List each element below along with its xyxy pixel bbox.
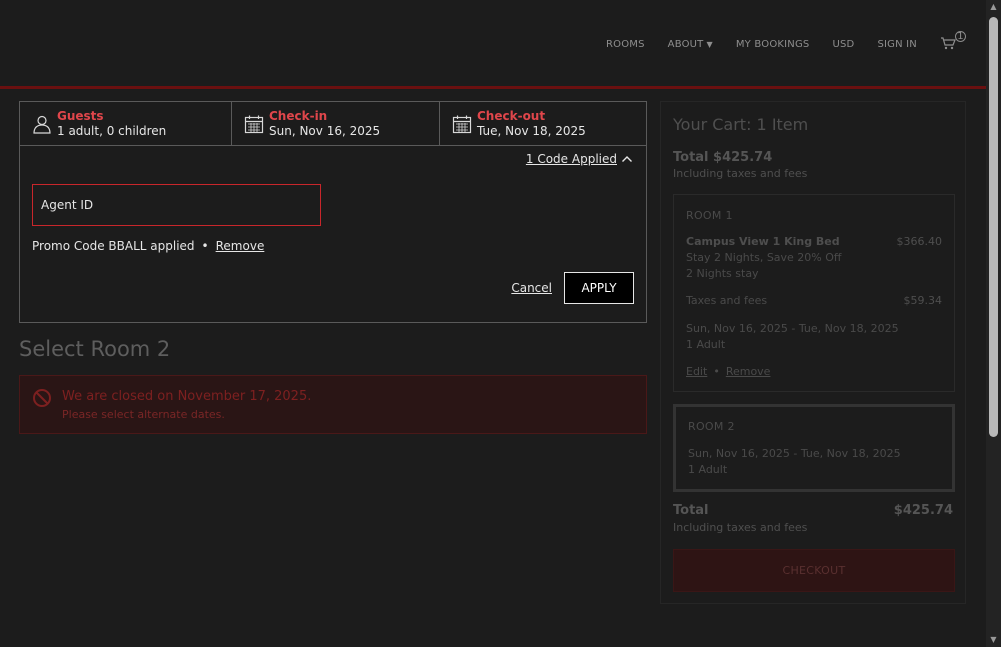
room-actions: Edit • Remove	[686, 365, 770, 378]
room-label: ROOM 1	[686, 209, 733, 222]
room-card-selected: ROOM 2 Sun, Nov 16, 2025 - Tue, Nov 18, …	[673, 404, 955, 492]
cart-total-note: Including taxes and fees	[673, 167, 808, 180]
nav-about-label: ABOUT	[667, 38, 704, 50]
header-divider	[0, 86, 986, 89]
room-occupancy: 1 Adult	[686, 338, 726, 351]
prohibited-icon	[33, 389, 51, 407]
room-occupancy: 1 Adult	[688, 463, 728, 476]
nav-currency[interactable]: USD	[832, 39, 854, 50]
cart-total-summary: Total $425.74	[673, 150, 773, 165]
search-criteria: Guests 1 adult, 0 children Check-in Sun,…	[20, 102, 646, 146]
cart-title: Your Cart: 1 Item	[673, 115, 809, 134]
total-note: Including taxes and fees	[673, 521, 808, 534]
promo-status: Promo Code BBALL applied • Remove	[32, 239, 264, 253]
checkout-selector[interactable]: Check-out Tue, Nov 18, 2025	[440, 102, 646, 145]
shopping-cart-icon	[941, 37, 956, 50]
remove-link[interactable]: Remove	[726, 365, 771, 378]
taxes-label: Taxes and fees	[686, 294, 768, 307]
separator-dot: •	[713, 365, 720, 378]
guests-title: Guests	[57, 108, 104, 123]
checkin-value: Sun, Nov 16, 2025	[269, 123, 381, 138]
alert-subtext: Please select alternate dates.	[62, 408, 225, 421]
scroll-thumb[interactable]	[989, 17, 998, 437]
promo-text: Promo Code BBALL applied	[32, 239, 195, 253]
cancel-link[interactable]: Cancel	[511, 281, 552, 295]
apply-button[interactable]: APPLY	[564, 272, 634, 304]
calendar-icon	[244, 115, 264, 133]
cart-icon[interactable]: 1	[940, 31, 966, 52]
total-value: $425.74	[893, 503, 953, 518]
promo-remove-link[interactable]: Remove	[216, 239, 265, 253]
checkin-title: Check-in	[269, 108, 328, 123]
agent-id-input[interactable]	[32, 184, 321, 226]
section-title: Select Room 2	[19, 337, 171, 361]
room-nights: 2 Nights stay	[686, 267, 759, 280]
guests-selector[interactable]: Guests 1 adult, 0 children	[20, 102, 232, 145]
alert-message: We are closed on November 17, 2025.	[62, 389, 312, 404]
nav-about[interactable]: ABOUT ▼	[668, 39, 713, 50]
main-nav: ROOMS ABOUT ▼ MY BOOKINGS USD SIGN IN 1	[583, 31, 966, 52]
checkout-value: Tue, Nov 18, 2025	[477, 123, 586, 138]
calendar-icon	[452, 115, 472, 133]
scroll-up-icon[interactable]: ▲	[986, 0, 1001, 14]
nav-sign-in[interactable]: SIGN IN	[877, 39, 917, 50]
room-card: ROOM 1 Campus View 1 King Bed $366.40 St…	[673, 194, 955, 392]
checkout-title: Check-out	[477, 108, 546, 123]
taxes-value: $59.34	[903, 294, 943, 307]
scroll-down-icon[interactable]: ▼	[986, 633, 1001, 647]
search-panel: Guests 1 adult, 0 children Check-in Sun,…	[19, 101, 647, 323]
room-dates: Sun, Nov 16, 2025 - Tue, Nov 18, 2025	[688, 447, 901, 460]
checkout-button[interactable]: CHECKOUT	[673, 549, 955, 592]
chevron-up-icon	[622, 156, 632, 162]
guests-value: 1 adult, 0 children	[57, 123, 167, 138]
codes-applied-toggle[interactable]: 1 Code Applied	[526, 152, 633, 166]
user-icon	[33, 115, 51, 134]
separator-dot: •	[201, 239, 209, 253]
site-header: ROOMS ABOUT ▼ MY BOOKINGS USD SIGN IN 1	[0, 0, 986, 88]
room-rate: Stay 2 Nights, Save 20% Off	[686, 251, 842, 264]
caret-down-icon: ▼	[706, 39, 713, 49]
room-name: Campus View 1 King Bed	[686, 235, 840, 248]
room-dates: Sun, Nov 16, 2025 - Tue, Nov 18, 2025	[686, 322, 899, 335]
room-label: ROOM 2	[688, 420, 735, 433]
total-label: Total	[673, 503, 709, 518]
cart-panel: Your Cart: 1 Item Total $425.74 Includin…	[660, 101, 966, 604]
nav-my-bookings[interactable]: MY BOOKINGS	[736, 39, 810, 50]
codes-applied-label: 1 Code Applied	[525, 152, 617, 166]
checkin-selector[interactable]: Check-in Sun, Nov 16, 2025	[232, 102, 440, 145]
page-scrollbar[interactable]: ▲ ▼	[986, 0, 1001, 647]
closed-alert: We are closed on November 17, 2025. Plea…	[19, 375, 647, 434]
edit-link[interactable]: Edit	[686, 365, 707, 378]
cart-count-badge: 1	[955, 31, 966, 42]
room-price: $366.40	[896, 235, 943, 248]
nav-rooms[interactable]: ROOMS	[606, 39, 645, 50]
